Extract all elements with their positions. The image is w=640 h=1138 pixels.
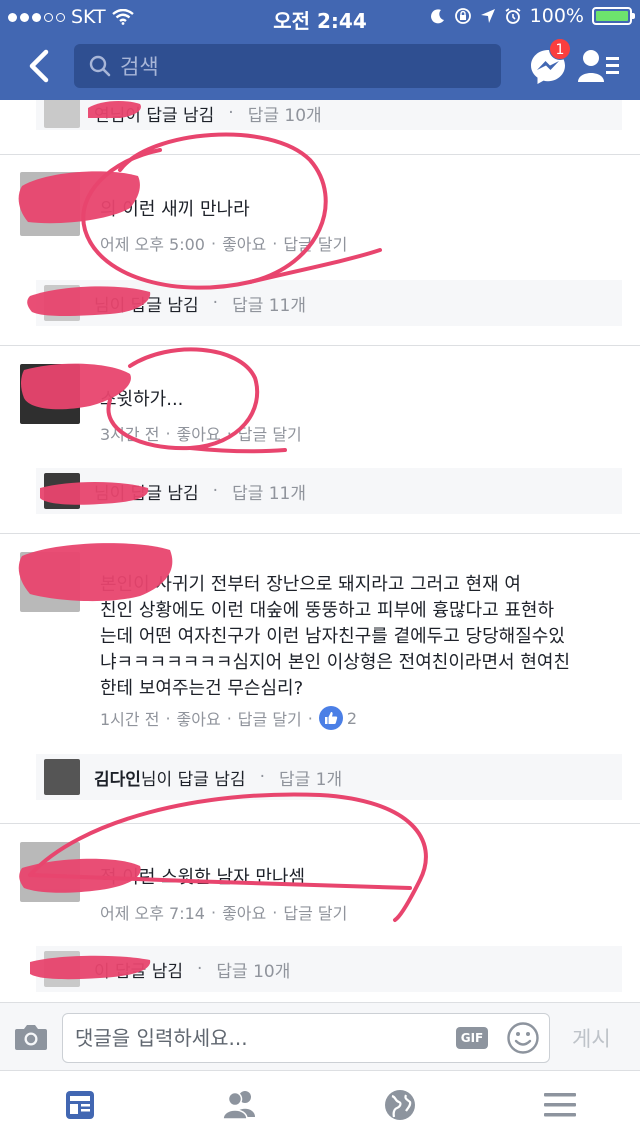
separator: · — [197, 959, 203, 979]
gif-button[interactable]: GIF — [456, 1027, 488, 1049]
divider — [0, 823, 640, 824]
like-button[interactable]: 좋아요 — [177, 706, 221, 730]
like-count: 2 — [346, 708, 358, 728]
comment-line: 한테 보여주는건 무슨심리? — [100, 678, 304, 699]
like-button[interactable]: 좋아요 — [177, 421, 221, 445]
reply-button[interactable]: 답글 달기 — [238, 706, 302, 730]
reply-count: 답글 10개 — [216, 961, 291, 982]
app-header: SKT 오전 2:44 100% 검색 1 — [0, 0, 640, 100]
avatar — [44, 951, 80, 987]
comment-meta: 1시간 전 · 좋아요 · 답글 달기 · 2 — [100, 706, 357, 730]
reply-summary[interactable]: 님이 답글 남김 · 답글 11개 — [36, 280, 622, 326]
divider — [0, 345, 640, 346]
like-button[interactable]: 좋아요 — [222, 900, 266, 924]
divider — [0, 154, 640, 155]
like-button[interactable]: 좋아요 — [222, 231, 266, 255]
nav-bar: 검색 1 — [0, 36, 640, 96]
emoji-button[interactable] — [506, 1021, 540, 1055]
reply-author: 연님이 답글 남김 — [94, 105, 215, 126]
post-button[interactable]: 게시 — [572, 1023, 611, 1053]
reply-summary[interactable]: 연님이 답글 남김 · 답글 10개 — [36, 100, 622, 130]
avatar — [44, 759, 80, 795]
separator: · — [259, 767, 265, 787]
comment-text: 스윗하가... — [100, 389, 184, 410]
reply-count: 답글 10개 — [247, 105, 322, 126]
rotation-lock-icon — [454, 8, 471, 24]
reply-author: 님이 답글 남김 — [94, 483, 199, 504]
friend-requests-button[interactable] — [578, 48, 620, 84]
search-icon — [89, 55, 111, 77]
comment-text: 의 이런 새끼 만나라 — [100, 199, 250, 220]
avatar[interactable] — [20, 364, 80, 424]
menu-icon[interactable] — [540, 1087, 580, 1123]
comment-line: 본인이 사귀기 전부터 장난으로 돼지라고 그러고 현재 여 — [100, 574, 521, 595]
location-icon — [480, 9, 495, 23]
battery-percent: 100% — [529, 5, 584, 27]
reply-summary[interactable]: 이 답글 남김 · 답글 10개 — [36, 946, 622, 992]
comment-time: 어제 오후 5:00 — [100, 235, 205, 254]
reply-button[interactable]: 답글 달기 — [283, 231, 347, 255]
comment-line: 친인 상황에도 이런 대숲에 뚱뚱하고 피부에 흉많다고 표현하 — [100, 600, 555, 621]
comment-line: 는데 어떤 여자친구가 이런 남자친구를 곁에두고 당당해질수있 — [100, 626, 565, 647]
alarm-icon — [505, 8, 521, 24]
avatar — [44, 100, 80, 128]
comment-line: 냐ㅋㅋㅋㅋㅋㅋㅋ심지어 본인 이상형은 전여친이라면서 현여친 — [100, 652, 571, 673]
comment-time: 어제 오후 7:14 — [100, 904, 205, 923]
reply-author: 김다인님이 답글 남김 — [94, 765, 246, 790]
reply-count: 답글 11개 — [232, 483, 307, 504]
comment-composer: GIF 게시 — [0, 1002, 640, 1070]
reply-count: 답글 11개 — [232, 295, 307, 316]
news-feed-icon[interactable] — [60, 1087, 100, 1123]
avatar[interactable] — [20, 172, 80, 236]
reply-button[interactable]: 답글 달기 — [238, 421, 302, 445]
separator: · — [228, 103, 234, 123]
reply-count: 답글 1개 — [278, 769, 343, 790]
avatar[interactable] — [20, 552, 80, 612]
battery-icon — [592, 7, 635, 25]
comment-text: 본인이 사귀기 전부터 장난으로 돼지라고 그러고 현재 여 친인 상황에도 이… — [100, 572, 620, 702]
separator: · — [212, 481, 219, 501]
camera-button[interactable] — [14, 1023, 48, 1051]
comment-meta: 어제 오후 5:00 · 좋아요 · 답글 달기 — [100, 231, 347, 255]
reply-button[interactable]: 답글 달기 — [283, 900, 347, 924]
notification-badge: 1 — [549, 38, 571, 60]
separator: · — [272, 902, 278, 922]
separator: · — [272, 233, 278, 253]
search-input[interactable]: 검색 — [74, 44, 501, 88]
tab-bar — [0, 1070, 640, 1138]
avatar[interactable] — [20, 842, 80, 902]
moon-icon — [430, 9, 444, 24]
avatar — [44, 473, 80, 509]
comment-time: 3시간 전 — [100, 425, 160, 444]
reaction-summary[interactable]: 2 — [318, 706, 358, 730]
reply-author: 님이 답글 남김 — [94, 295, 199, 316]
separator: · — [210, 902, 217, 922]
globe-icon[interactable] — [380, 1087, 420, 1123]
reply-summary[interactable]: 님이 답글 남김 · 답글 11개 — [36, 468, 622, 514]
comment-meta: 어제 오후 7:14 · 좋아요 · 답글 달기 — [100, 900, 347, 924]
separator: · — [226, 423, 232, 443]
reply-author-name: 김다인 — [94, 769, 141, 790]
back-button[interactable] — [22, 48, 58, 84]
separator: · — [307, 708, 313, 728]
separator: · — [226, 708, 232, 728]
status-bar: SKT 오전 2:44 100% — [0, 0, 640, 34]
status-icons: 100% — [430, 5, 635, 27]
reply-author-suffix: 님이 답글 남김 — [140, 769, 246, 790]
separator: · — [212, 293, 219, 313]
comment-time: 1시간 전 — [100, 710, 160, 729]
friends-icon[interactable] — [220, 1087, 260, 1123]
thumbs-up-icon — [318, 706, 343, 730]
separator: · — [165, 423, 171, 443]
comment-text: 적 이런 스윗한 남자 만나셈 — [100, 867, 306, 888]
separator: · — [210, 233, 217, 253]
reply-summary[interactable]: 김다인님이 답글 남김 · 답글 1개 — [36, 754, 622, 800]
comment-meta: 3시간 전 · 좋아요 · 답글 달기 — [100, 421, 302, 445]
search-placeholder: 검색 — [120, 55, 159, 79]
reply-author: 이 답글 남김 — [94, 961, 184, 982]
comment-feed: 연님이 답글 남김 · 답글 10개 의 이런 새끼 만나라 어제 오후 5:0… — [0, 100, 640, 1000]
separator: · — [165, 708, 171, 728]
avatar — [44, 285, 80, 321]
divider — [0, 533, 640, 534]
